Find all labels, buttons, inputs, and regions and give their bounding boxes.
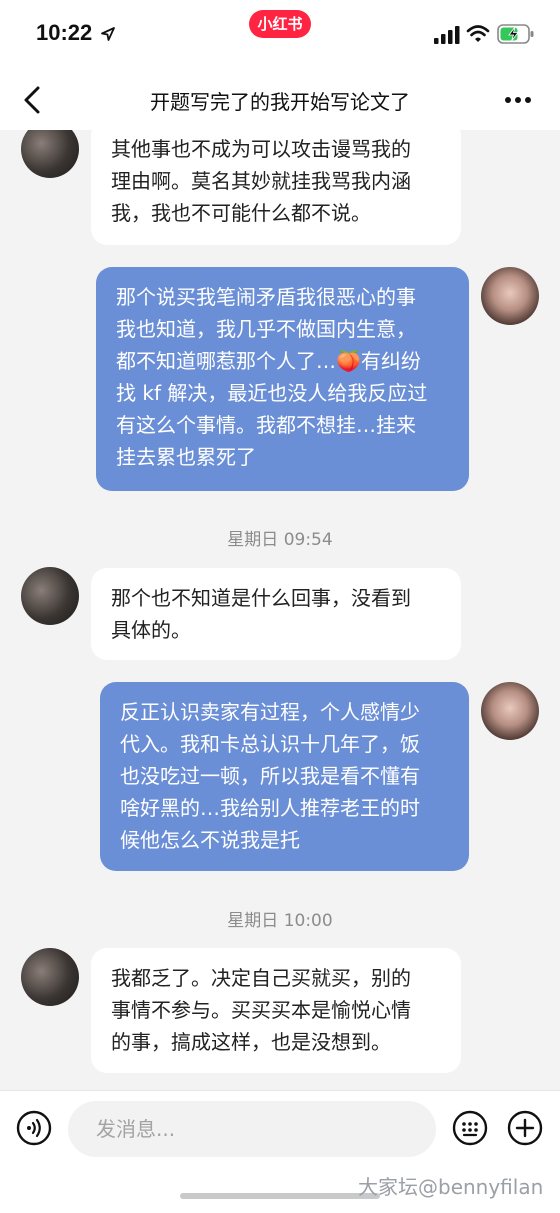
voice-icon[interactable] xyxy=(16,1110,52,1146)
incoming-message[interactable]: 我都乏了。决定自己买就买，别的 事情不参与。买买买本是愉悦心情 的事，搞成这样，… xyxy=(91,948,461,1073)
timestamp: 星期日 09:54 xyxy=(227,530,333,550)
contact-avatar[interactable] xyxy=(21,948,79,1006)
input-bar: 大家坛@bennyfilan xyxy=(0,1090,560,1213)
location-arrow-icon xyxy=(101,27,115,41)
outgoing-message[interactable]: 反正认识卖家有过程，个人感情少 代入。我和卡总认识十几年了，饭 也没吃过一顿，所… xyxy=(100,682,469,871)
incoming-message[interactable]: 那个也不知道是什么回事，没看到 具体的。 xyxy=(91,568,461,660)
plus-icon[interactable] xyxy=(507,1110,543,1146)
home-indicator xyxy=(180,1193,380,1199)
status-bar: 10:22 小红书 xyxy=(0,0,560,70)
message-text: 那个也不知道是什么回事，没看到 具体的。 xyxy=(111,586,411,642)
outgoing-message[interactable]: 那个说买我笔闹矛盾我很恶心的事 我也知道，我几乎不做国内生意， 都不知道哪惹那个… xyxy=(96,267,469,491)
message-text: 反正认识卖家有过程，个人感情少 代入。我和卡总认识十几年了，饭 也没吃过一顿，所… xyxy=(120,700,420,852)
message-text: 其他事也不成为可以攻击谩骂我的 理由啊。莫名其妙就挂我骂我内涵 我，我也不可能什… xyxy=(111,137,411,225)
chat-thread[interactable]: 其他事也不成为可以攻击谩骂我的 理由啊。莫名其妙就挂我骂我内涵 我，我也不可能什… xyxy=(0,130,560,1090)
contact-avatar[interactable] xyxy=(21,130,79,178)
signal-icon xyxy=(434,26,460,44)
nav-bar: 开题写完了的我开始写论文了 xyxy=(0,70,560,130)
conversation-title: 开题写完了的我开始写论文了 xyxy=(150,90,410,114)
status-time: 10:22 xyxy=(36,20,93,45)
battery-charging-icon xyxy=(497,24,534,44)
emoji-icon[interactable] xyxy=(452,1110,488,1146)
timestamp: 星期日 10:00 xyxy=(227,911,333,931)
watermark: 大家坛@bennyfilan xyxy=(358,1175,544,1199)
self-avatar[interactable] xyxy=(481,682,539,740)
more-dots-icon[interactable] xyxy=(502,88,534,112)
self-avatar[interactable] xyxy=(481,267,539,325)
wifi-icon xyxy=(466,25,490,42)
incoming-message[interactable]: 其他事也不成为可以攻击谩骂我的 理由啊。莫名其妙就挂我骂我内涵 我，我也不可能什… xyxy=(91,130,461,245)
message-text: 我都乏了。决定自己买就买，别的 事情不参与。买买买本是愉悦心情 的事，搞成这样，… xyxy=(111,966,411,1054)
contact-avatar[interactable] xyxy=(21,567,79,625)
message-input[interactable] xyxy=(68,1101,436,1157)
message-text: 那个说买我笔闹矛盾我很恶心的事 我也知道，我几乎不做国内生意， 都不知道哪惹那个… xyxy=(116,285,428,469)
app-badge: 小红书 xyxy=(249,10,311,38)
